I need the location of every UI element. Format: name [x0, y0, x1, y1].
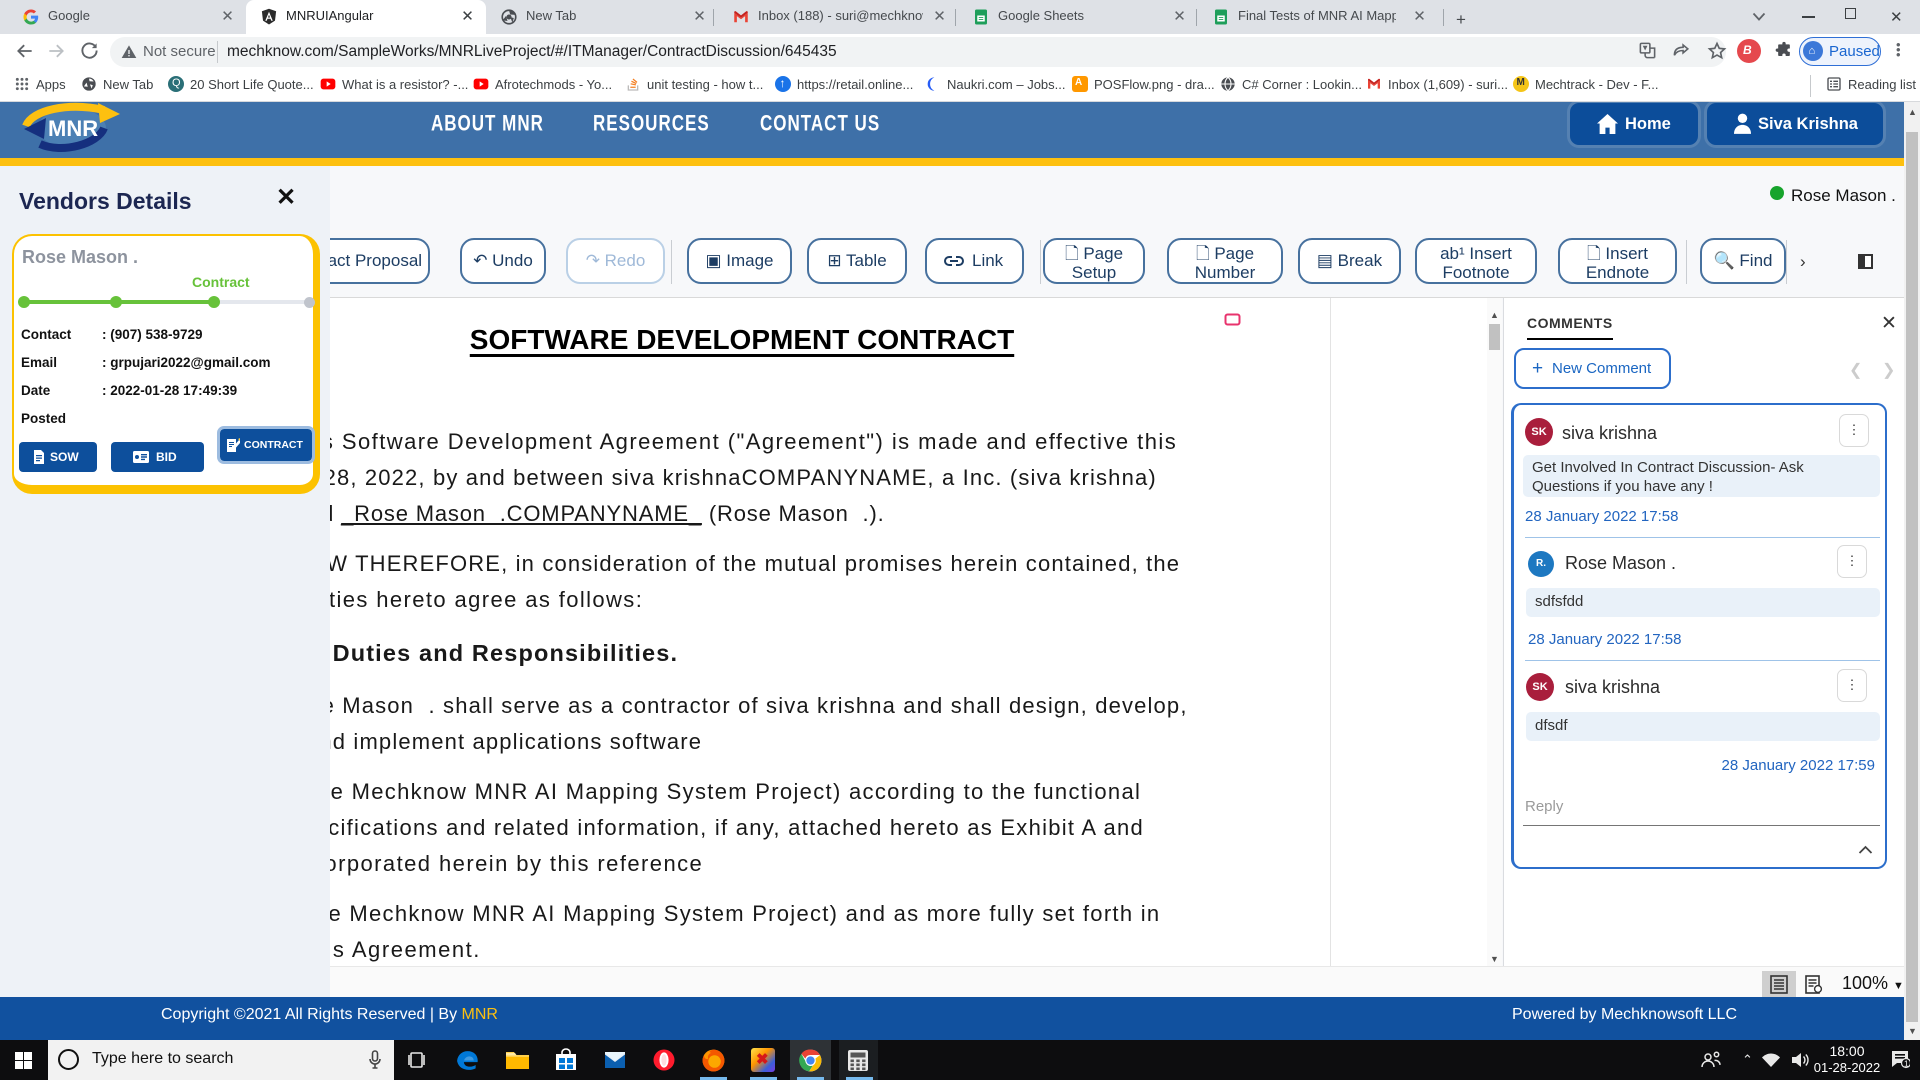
svg-text:1: 1 — [1904, 1060, 1909, 1069]
svg-text:MNR: MNR — [48, 116, 98, 141]
